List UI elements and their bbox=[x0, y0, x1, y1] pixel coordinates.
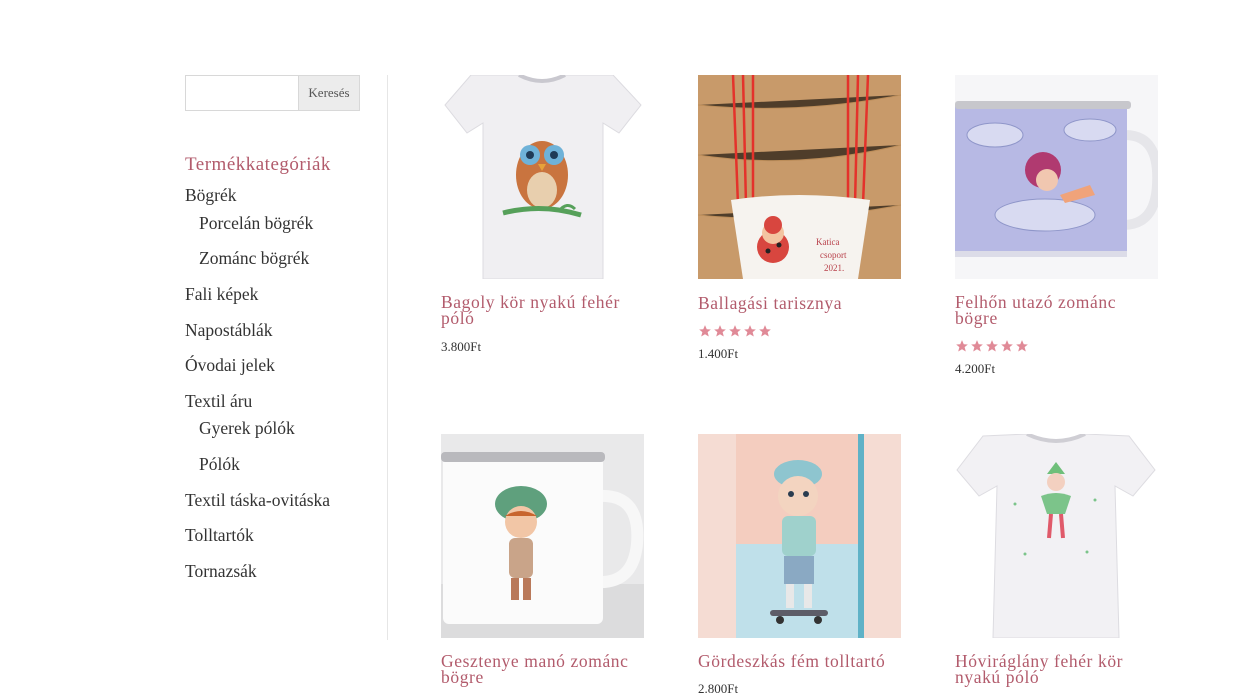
product-title-snowdrop-girl-tshirt[interactable]: Hóviráglány fehér kör nyakú póló bbox=[955, 652, 1155, 687]
product-title-chestnut-elf-mug[interactable]: Gesztenye manó zománc bögre bbox=[441, 652, 641, 687]
category-porcelan-bogrek[interactable]: Porcelán bögrék bbox=[199, 213, 313, 234]
star-icon bbox=[1016, 340, 1028, 352]
category-ovodai-jelek[interactable]: Óvodai jelek bbox=[185, 355, 275, 376]
product-price-owl-tshirt: 3.800Ft bbox=[441, 339, 482, 354]
star-icon bbox=[956, 340, 968, 352]
category-napostablak[interactable]: Napostáblák bbox=[185, 320, 272, 341]
product-title-cloud-girl-mug[interactable]: Felhőn utazó zománc bögre bbox=[955, 293, 1155, 328]
star-icon bbox=[729, 325, 741, 337]
search-widget: Keresés bbox=[185, 75, 360, 111]
category-textil-aru[interactable]: Textil áru bbox=[185, 391, 252, 412]
category-zomanc-bogrek[interactable]: Zománc bögrék bbox=[199, 248, 309, 269]
product-image-skateboard-pencilcase[interactable] bbox=[698, 434, 901, 638]
product-title-skateboard-pencilcase[interactable]: Gördeszkás fém tolltartó bbox=[698, 651, 898, 671]
product-title-owl-tshirt[interactable]: Bagoly kör nyakú fehér póló bbox=[441, 293, 641, 328]
category-textil-taska[interactable]: Textil táska-ovitáska bbox=[185, 490, 330, 511]
product-price-ladybug-bag: 1.400Ft bbox=[698, 346, 739, 361]
category-tolltartok[interactable]: Tolltartók bbox=[185, 525, 254, 546]
product-image-snowdrop-girl-tshirt[interactable] bbox=[955, 434, 1158, 638]
bag-text-line-2: csoport bbox=[820, 250, 847, 260]
product-image-ladybug-bag[interactable]: Katica csoport 2021. bbox=[698, 75, 901, 279]
bag-text-line-1: Katica bbox=[816, 237, 839, 247]
search-button[interactable]: Keresés bbox=[298, 75, 360, 111]
product-image-owl-tshirt[interactable] bbox=[441, 75, 644, 279]
product-price-cloud-girl-mug: 4.200Ft bbox=[955, 361, 996, 376]
star-icon bbox=[971, 340, 983, 352]
product-rating-cloud-girl-mug bbox=[955, 339, 1029, 353]
product-price-skateboard-pencilcase: 2.800Ft bbox=[698, 681, 739, 696]
product-title-line-2: bögre bbox=[441, 667, 484, 687]
star-icon bbox=[744, 325, 756, 337]
star-icon bbox=[986, 340, 998, 352]
category-tornazsak[interactable]: Tornazsák bbox=[185, 561, 257, 582]
product-title-line-2: póló bbox=[441, 308, 475, 328]
categories-title: Termékkategóriák bbox=[185, 154, 331, 175]
product-image-cloud-girl-mug[interactable] bbox=[955, 75, 1158, 279]
star-icon bbox=[1001, 340, 1013, 352]
category-bogrek[interactable]: Bögrék bbox=[185, 185, 237, 206]
product-rating-ladybug-bag bbox=[698, 324, 772, 338]
category-fali-kepek[interactable]: Fali képek bbox=[185, 284, 258, 305]
product-title-line-1: Gördeszkás fém tolltartó bbox=[698, 651, 886, 671]
star-icon bbox=[759, 325, 771, 337]
category-gyerek-polok[interactable]: Gyerek pólók bbox=[199, 418, 295, 439]
star-icon bbox=[714, 325, 726, 337]
product-title-ladybug-bag[interactable]: Ballagási tarisznya bbox=[698, 293, 898, 313]
product-title-line-1: Ballagási tarisznya bbox=[698, 293, 843, 313]
star-icon bbox=[699, 325, 711, 337]
product-title-line-2: bögre bbox=[955, 308, 998, 328]
search-input[interactable] bbox=[185, 75, 298, 111]
sidebar-divider bbox=[387, 75, 388, 640]
bag-text-line-3: 2021. bbox=[824, 263, 844, 273]
product-image-chestnut-elf-mug[interactable] bbox=[441, 434, 644, 638]
category-polok[interactable]: Pólók bbox=[199, 454, 240, 475]
product-title-line-2: nyakú póló bbox=[955, 667, 1040, 687]
